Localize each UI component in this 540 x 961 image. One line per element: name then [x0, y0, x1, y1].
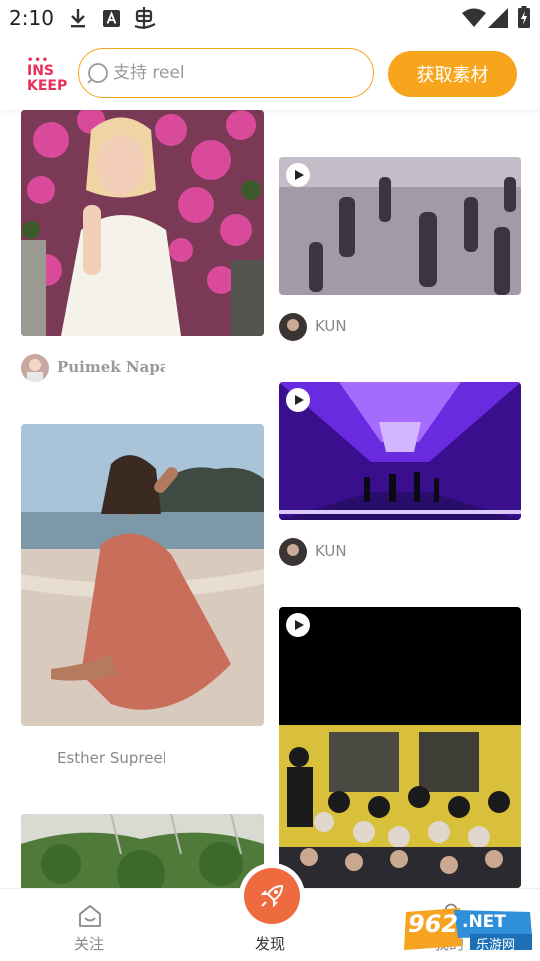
- rocket-icon: [258, 882, 286, 914]
- app-logo[interactable]: ••• INS KEEP: [25, 55, 67, 95]
- play-icon[interactable]: [286, 388, 310, 412]
- avatar[interactable]: [279, 538, 307, 566]
- search-icon: [87, 62, 109, 88]
- play-icon[interactable]: [286, 613, 310, 637]
- logo-line-1: INS: [27, 63, 55, 79]
- bug-icon: [133, 6, 157, 34]
- avatar[interactable]: [279, 313, 307, 341]
- status-bar: 2:10: [0, 0, 540, 38]
- wifi-icon: [462, 8, 486, 32]
- feed-video-card[interactable]: [279, 382, 521, 520]
- discover-fab[interactable]: [244, 868, 300, 924]
- nav-label: 关注: [74, 935, 105, 953]
- author-name[interactable]: Esther Supreelo: [57, 749, 165, 767]
- watermark-site: 乐游网: [476, 938, 516, 953]
- author-name[interactable]: Puimek Napasc: [57, 358, 165, 376]
- get-material-button[interactable]: 获取素材: [388, 51, 517, 97]
- download-icon: [68, 7, 88, 33]
- play-icon[interactable]: [286, 163, 310, 187]
- author-name[interactable]: KUN: [315, 317, 347, 335]
- feed-video-card[interactable]: [279, 157, 521, 295]
- keyboard-a-icon: [103, 10, 120, 31]
- feed-card-image[interactable]: [21, 110, 264, 336]
- signal-icon: [488, 8, 508, 32]
- search-box[interactable]: [78, 48, 374, 98]
- nav-label: 发现: [255, 935, 286, 953]
- search-input[interactable]: [113, 61, 343, 85]
- feed[interactable]: Puimek Napasc Esther Supreelo: [0, 110, 540, 888]
- watermark-number: 962: [408, 910, 459, 938]
- site-watermark: 962 .NET 乐游网: [400, 906, 536, 953]
- nav-item-follow[interactable]: 关注: [60, 889, 120, 961]
- author-name[interactable]: KUN: [315, 542, 347, 560]
- logo-line-2: KEEP: [27, 78, 68, 94]
- watermark-suffix: .NET: [462, 912, 506, 932]
- top-header: ••• INS KEEP 获取素材: [0, 38, 540, 110]
- battery-icon: [518, 6, 530, 32]
- feed-card-image[interactable]: [21, 424, 264, 726]
- status-time: 2:10: [9, 6, 54, 30]
- avatar[interactable]: [21, 354, 49, 382]
- feed-video-card[interactable]: [279, 607, 521, 888]
- home-icon: [78, 904, 102, 932]
- feed-card-image[interactable]: [21, 814, 264, 888]
